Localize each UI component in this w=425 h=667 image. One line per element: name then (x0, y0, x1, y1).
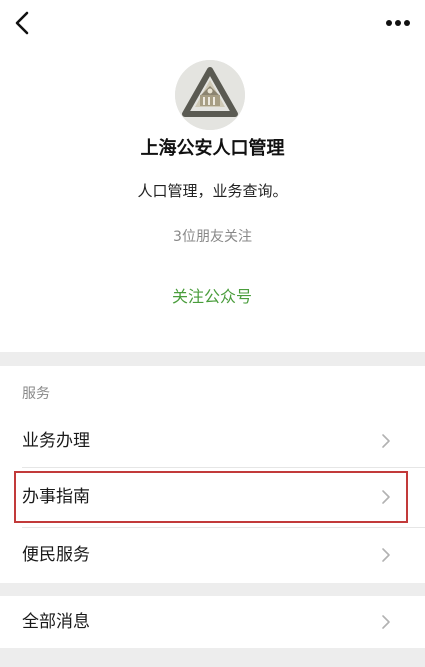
service-item-convenience[interactable]: 便民服务 (0, 529, 425, 581)
all-messages-label: 全部消息 (22, 612, 90, 632)
service-item-business[interactable]: 业务办理 (0, 415, 425, 467)
account-description: 人口管理，业务查询。 (137, 182, 288, 200)
service-item-label: 业务办理 (22, 431, 90, 451)
avatar[interactable] (175, 60, 245, 130)
divider (22, 467, 425, 468)
follow-button[interactable]: 关注公众号 (137, 283, 287, 311)
chevron-right-icon (382, 615, 390, 629)
back-chevron-icon[interactable] (6, 6, 40, 40)
services-section-title: 服务 (22, 386, 50, 402)
highlight-box (14, 471, 408, 523)
nav-bar (0, 0, 425, 48)
all-messages-row[interactable]: 全部消息 (0, 596, 425, 648)
chevron-right-icon (382, 434, 390, 448)
followers-count[interactable]: 3位朋友关注 (0, 226, 425, 248)
profile-header: 上海公安人口管理 人口管理，业务查询。 3位朋友关注 关注公众号 (0, 0, 425, 352)
divider (22, 527, 425, 528)
service-item-label: 便民服务 (22, 545, 90, 565)
account-name: 上海公安人口管理 (140, 138, 285, 159)
more-dots-icon[interactable] (383, 10, 413, 36)
chevron-right-icon (382, 548, 390, 562)
police-emblem-logo (175, 60, 245, 130)
